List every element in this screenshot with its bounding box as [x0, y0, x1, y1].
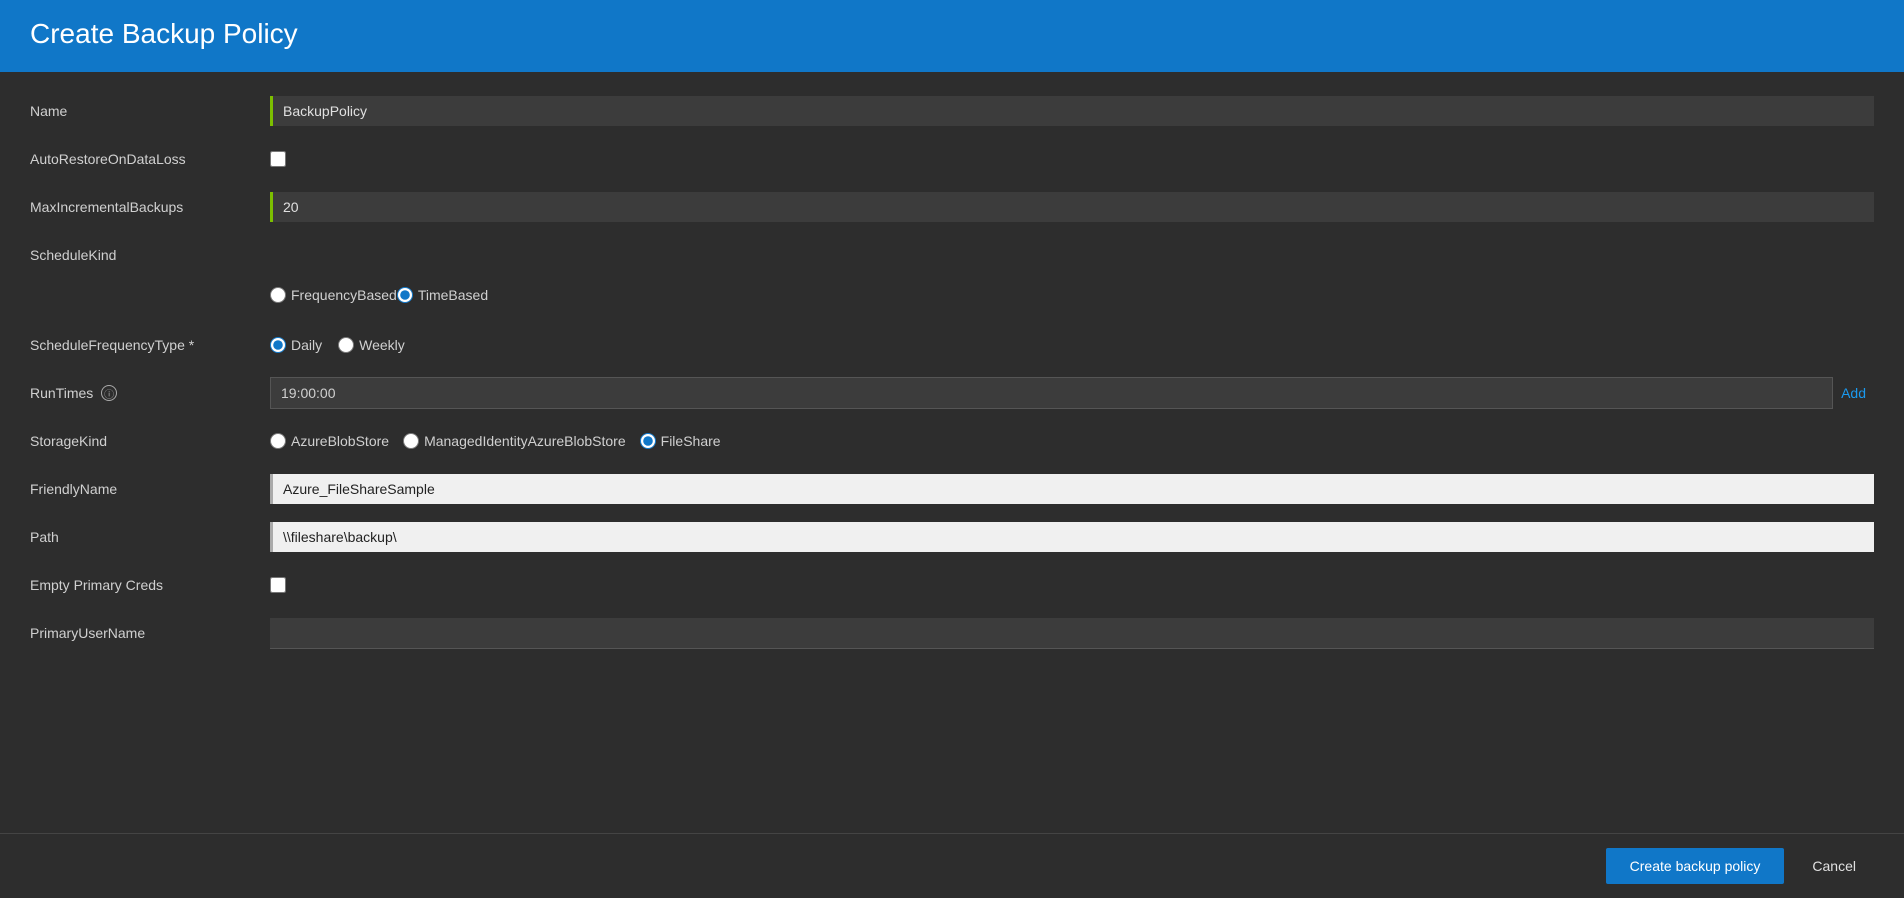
auto-restore-checkbox[interactable]	[270, 151, 286, 167]
storage-azure-radio[interactable]	[270, 433, 286, 449]
schedule-kind-time-label: TimeBased	[418, 287, 488, 303]
primary-username-label: PrimaryUserName	[30, 625, 270, 641]
footer: Create backup policy Cancel	[0, 833, 1904, 898]
empty-primary-creds-label: Empty Primary Creds	[30, 577, 270, 593]
runtimes-row: RunTimes ⓘ Add	[30, 374, 1874, 412]
storage-azure-option[interactable]: AzureBlobStore	[270, 433, 389, 449]
storage-fileshare-radio[interactable]	[640, 433, 656, 449]
friendly-name-row: FriendlyName	[30, 470, 1874, 508]
freq-daily-option[interactable]: Daily	[270, 337, 322, 353]
storage-managed-label: ManagedIdentityAzureBlobStore	[424, 433, 626, 449]
empty-primary-creds-checkbox[interactable]	[270, 577, 286, 593]
schedule-freq-type-row: ScheduleFrequencyType * Daily Weekly	[30, 326, 1874, 364]
add-runtime-button[interactable]: Add	[1833, 381, 1874, 405]
friendly-name-label: FriendlyName	[30, 481, 270, 497]
storage-fileshare-label: FileShare	[661, 433, 721, 449]
name-label: Name	[30, 103, 270, 119]
storage-managed-option[interactable]: ManagedIdentityAzureBlobStore	[403, 433, 626, 449]
storage-kind-label: StorageKind	[30, 433, 270, 449]
schedule-kind-radios-row: FrequencyBased TimeBased	[30, 276, 1874, 314]
schedule-kind-time-option[interactable]: TimeBased	[397, 287, 488, 303]
schedule-kind-time-radio[interactable]	[397, 287, 413, 303]
path-label: Path	[30, 529, 270, 545]
name-input[interactable]	[270, 96, 1874, 126]
freq-weekly-label: Weekly	[359, 337, 405, 353]
schedule-kind-frequency-radio[interactable]	[270, 287, 286, 303]
schedule-kind-label: ScheduleKind	[30, 247, 270, 263]
primary-username-row: PrimaryUserName	[30, 614, 1874, 652]
freq-daily-label: Daily	[291, 337, 322, 353]
auto-restore-checkbox-wrapper	[270, 151, 286, 167]
schedule-freq-type-label: ScheduleFrequencyType *	[30, 337, 270, 353]
schedule-kind-frequency-option[interactable]: FrequencyBased	[270, 287, 397, 303]
schedule-kind-frequency-label: FrequencyBased	[291, 287, 397, 303]
max-incremental-input[interactable]	[270, 192, 1874, 222]
max-incremental-label: MaxIncrementalBackups	[30, 199, 270, 215]
storage-fileshare-option[interactable]: FileShare	[640, 433, 721, 449]
cancel-button[interactable]: Cancel	[1794, 848, 1874, 884]
primary-username-input[interactable]	[270, 618, 1874, 649]
storage-kind-row: StorageKind AzureBlobStore ManagedIdenti…	[30, 422, 1874, 460]
schedule-kind-label-row: ScheduleKind	[30, 236, 1874, 274]
name-row: Name	[30, 92, 1874, 130]
runtimes-input[interactable]	[270, 377, 1833, 409]
empty-primary-creds-row: Empty Primary Creds	[30, 566, 1874, 604]
header: Create Backup Policy	[0, 0, 1904, 72]
freq-weekly-radio[interactable]	[338, 337, 354, 353]
create-backup-policy-button[interactable]: Create backup policy	[1606, 848, 1785, 884]
storage-managed-radio[interactable]	[403, 433, 419, 449]
freq-daily-radio[interactable]	[270, 337, 286, 353]
storage-azure-label: AzureBlobStore	[291, 433, 389, 449]
max-incremental-row: MaxIncrementalBackups	[30, 188, 1874, 226]
form-container: Name AutoRestoreOnDataLoss MaxIncrementa…	[0, 72, 1904, 833]
runtimes-info-icon: ⓘ	[101, 385, 117, 401]
auto-restore-label: AutoRestoreOnDataLoss	[30, 151, 270, 167]
page-title: Create Backup Policy	[30, 18, 1874, 50]
path-row: Path	[30, 518, 1874, 556]
freq-weekly-option[interactable]: Weekly	[338, 337, 405, 353]
friendly-name-input[interactable]	[270, 474, 1874, 504]
runtimes-label: RunTimes ⓘ	[30, 385, 270, 402]
empty-primary-creds-wrapper	[270, 577, 286, 593]
auto-restore-row: AutoRestoreOnDataLoss	[30, 140, 1874, 178]
path-input[interactable]	[270, 522, 1874, 552]
